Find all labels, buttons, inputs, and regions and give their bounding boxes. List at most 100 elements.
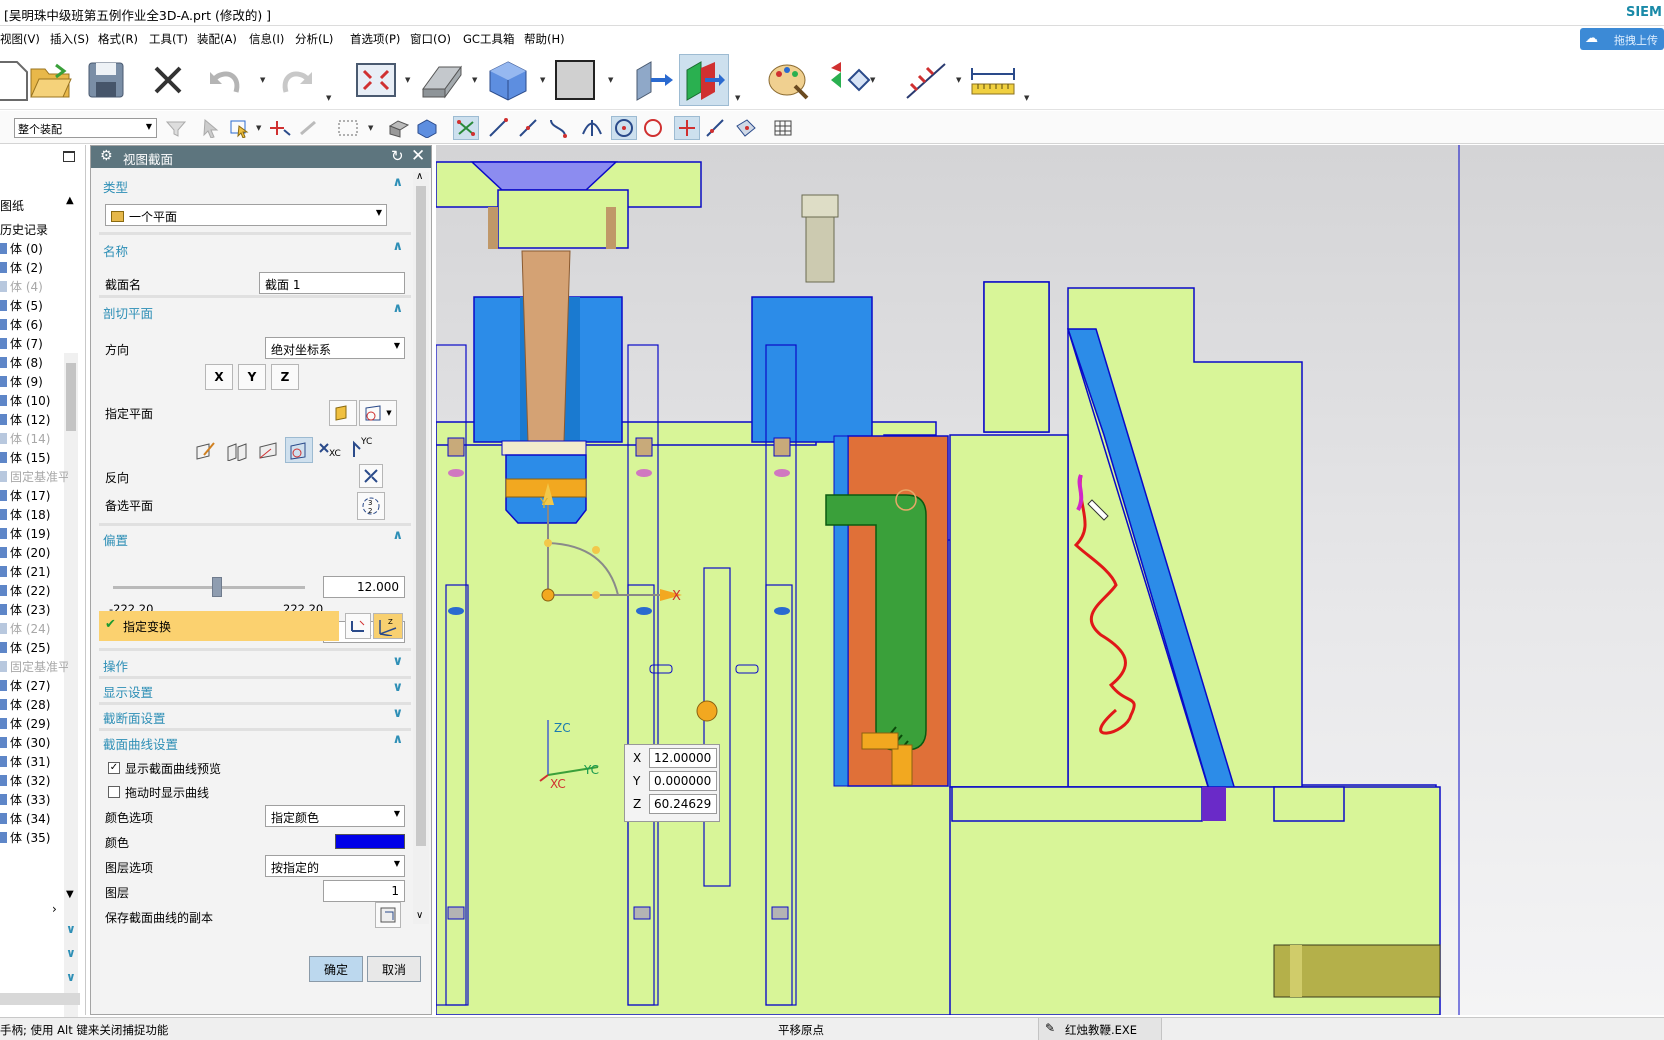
expand-panel-3-icon[interactable]: ∨ — [66, 970, 76, 984]
scroll-down-icon[interactable]: ∨ — [416, 910, 423, 921]
measure-dropdown-icon[interactable]: ▼ — [1024, 94, 1029, 102]
navigator-item[interactable]: 体 (25) — [0, 639, 68, 658]
offset-slider-track[interactable] — [113, 586, 305, 589]
grid-button[interactable] — [770, 116, 796, 140]
navigator-item[interactable]: 体 (28) — [0, 696, 68, 715]
show-hide-dropdown-icon[interactable]: ▼ — [870, 76, 875, 84]
navigator-item[interactable]: 体 (14) — [0, 430, 68, 449]
select-faces-button[interactable] — [386, 116, 412, 140]
navigator-item[interactable]: 体 (29) — [0, 715, 68, 734]
shaded-edges-button[interactable] — [417, 54, 467, 106]
upload-button[interactable]: ☁ 拖拽上传 — [1580, 28, 1664, 50]
navigator-item[interactable]: 体 (33) — [0, 791, 68, 810]
section-dropdown-icon[interactable]: ▼ — [735, 94, 740, 102]
specify-transform-row[interactable]: ✔ 指定变换 — [99, 611, 339, 641]
navigator-item[interactable]: 体 (7) — [0, 335, 68, 354]
y-coord-input[interactable]: 0.000000 — [649, 771, 717, 791]
navigator-item[interactable]: 体 (34) — [0, 810, 68, 829]
expand-panel-1-icon[interactable]: ∨ — [66, 922, 76, 936]
section-type-header[interactable]: 类型 ∧ — [99, 174, 409, 196]
menu-info[interactable]: 信息(I) — [249, 31, 284, 47]
dialog-scrollbar[interactable]: ∧ ∨ — [413, 171, 429, 924]
edit-object-display-button[interactable] — [763, 54, 813, 106]
graphics-viewport[interactable]: X Y ZC YC XC — [436, 145, 1664, 1015]
undo-dropdown-icon[interactable]: ▼ — [260, 76, 265, 84]
select-intent-button[interactable] — [227, 116, 253, 140]
menu-analysis[interactable]: 分析(L) — [295, 31, 333, 47]
color-option-dropdown[interactable]: 指定颜色 ▼ — [265, 805, 405, 827]
menu-window[interactable]: 窗口(O) — [410, 31, 451, 47]
redo-button[interactable] — [271, 54, 321, 106]
maximize-icon[interactable] — [63, 151, 75, 162]
menu-preferences[interactable]: 首选项(P) — [350, 31, 400, 47]
save-button[interactable] — [81, 54, 131, 106]
save-copy-button[interactable] — [375, 902, 401, 928]
background-dropdown-icon[interactable]: ▼ — [608, 76, 613, 84]
snap-intersection-button[interactable] — [579, 116, 605, 140]
taskbar-app-button[interactable]: ✎ 红烛教鞭.EXE — [1038, 1018, 1162, 1040]
z-axis-button[interactable]: Z — [271, 364, 299, 390]
navigator-item[interactable]: 体 (23) — [0, 601, 68, 620]
clip-section-button[interactable] — [627, 54, 677, 106]
ok-button[interactable]: 确定 — [309, 956, 363, 982]
view-dropdown-icon[interactable]: ▼ — [405, 76, 410, 84]
navigator-item[interactable]: 体 (2) — [0, 259, 68, 278]
navigator-item[interactable]: 体 (27) — [0, 677, 68, 696]
intent-dropdown-icon[interactable]: ▼ — [256, 124, 261, 132]
fit-view-button[interactable] — [351, 54, 401, 106]
navigator-item[interactable]: 体 (0) — [0, 240, 68, 259]
deselect-button[interactable] — [199, 116, 225, 140]
scroll-up-icon[interactable]: ∧ — [416, 171, 423, 182]
navigator-item[interactable]: 体 (32) — [0, 772, 68, 791]
close-icon[interactable]: ✕ — [411, 146, 425, 166]
navigator-item[interactable]: 体 (35) — [0, 829, 68, 848]
section-name-header[interactable]: 名称 ∧ — [99, 238, 409, 260]
offset-slider-thumb[interactable] — [212, 577, 222, 597]
snap-control-point-button[interactable] — [545, 116, 571, 140]
navigator-item[interactable]: 体 (9) — [0, 373, 68, 392]
csys-type-dropdown[interactable]: Z — [373, 613, 403, 639]
navigator-item[interactable]: 体 (18) — [0, 506, 68, 525]
show-drag-checkbox[interactable] — [108, 786, 120, 798]
snap-point-button[interactable] — [267, 116, 293, 140]
alternate-plane-button[interactable]: 32 — [357, 492, 385, 520]
section-cut-plane-header[interactable]: 剖切平面 ∧ — [99, 300, 409, 322]
navigator-item[interactable]: 体 (12) — [0, 411, 68, 430]
snap-quadrant-button[interactable] — [640, 116, 666, 140]
open-file-button[interactable] — [26, 54, 76, 106]
navigator-item[interactable]: 体 (20) — [0, 544, 68, 563]
type-dropdown[interactable]: 一个平面 ▼ — [105, 204, 387, 226]
navigator-item[interactable]: 体 (19) — [0, 525, 68, 544]
menu-insert[interactable]: 插入(S) — [50, 31, 89, 47]
show-preview-checkbox[interactable]: ✓ — [108, 762, 120, 774]
navigator-item[interactable]: 固定基准平 — [0, 658, 68, 677]
layer-input[interactable]: 1 — [323, 880, 405, 902]
select-filter-button[interactable] — [163, 116, 189, 140]
scroll-down-icon[interactable]: ▼ — [66, 889, 74, 900]
snap-arc-center-button[interactable] — [611, 116, 637, 140]
plane-option-1-button[interactable] — [191, 438, 219, 464]
wcs-dropdown-icon[interactable]: ▼ — [956, 76, 961, 84]
plane-option-3-button[interactable] — [254, 438, 282, 464]
menu-view[interactable]: 视图(V) — [0, 31, 40, 47]
navigator-item[interactable]: 体 (21) — [0, 563, 68, 582]
edit-section-button[interactable] — [679, 54, 729, 106]
x-axis-button[interactable]: X — [205, 364, 233, 390]
menu-format[interactable]: 格式(R) — [98, 31, 138, 47]
shaded-button[interactable] — [483, 54, 533, 106]
menu-gc-toolkit[interactable]: GC工具箱 — [463, 31, 514, 47]
selection-scope-dropdown[interactable]: 整个装配 ▼ — [14, 118, 157, 138]
select-mode-dropdown-icon[interactable]: ▼ — [368, 124, 373, 132]
navigator-item[interactable]: 体 (24) — [0, 620, 68, 639]
snap-point-on-face-button[interactable] — [733, 116, 759, 140]
reset-icon[interactable]: ↻ — [391, 147, 404, 165]
snap-link-button[interactable] — [295, 116, 321, 140]
navigator-item[interactable]: 体 (5) — [0, 297, 68, 316]
section-curve-settings-header[interactable]: 截面曲线设置 ∧ — [99, 731, 409, 753]
menu-help[interactable]: 帮助(H) — [524, 31, 565, 47]
snap-endpoint-button[interactable] — [485, 116, 511, 140]
wcs-button[interactable] — [901, 54, 951, 106]
cancel-button[interactable]: 取消 — [367, 956, 421, 982]
shading-dropdown-icon[interactable]: ▼ — [540, 76, 545, 84]
delete-button[interactable] — [143, 54, 193, 106]
